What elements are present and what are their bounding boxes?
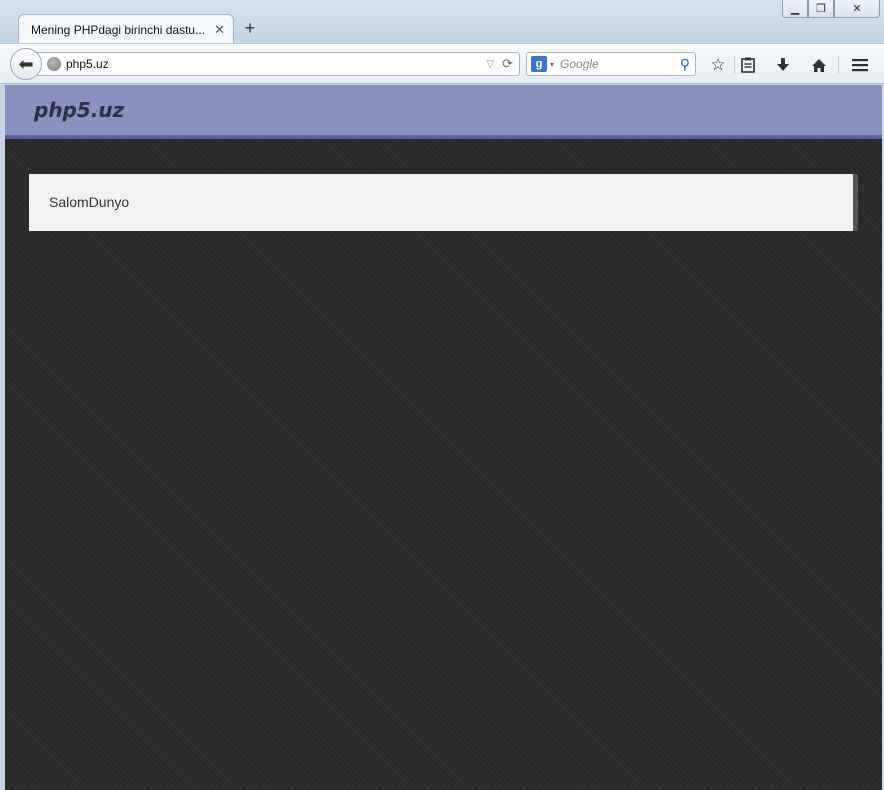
page-viewport: php5.uz SalomDunyo: [5, 85, 882, 790]
toolbar-divider: [734, 56, 735, 74]
globe-icon: [47, 57, 61, 71]
history-dropdown-icon[interactable]: ▽: [486, 59, 494, 70]
back-arrow-icon: ⬅: [18, 53, 34, 74]
reload-icon[interactable]: ⟳: [502, 56, 513, 72]
url-bar[interactable]: php5.uz ▽ ⟳: [28, 52, 520, 76]
bookmarks-menu-icon[interactable]: [737, 54, 759, 76]
download-icon[interactable]: [772, 54, 794, 76]
minimize-icon: ▁: [790, 3, 800, 15]
window-controls: ▁ ❐ ✕: [782, 0, 880, 18]
content-box: SalomDunyo: [29, 174, 858, 231]
search-input[interactable]: Google: [560, 57, 680, 71]
url-input[interactable]: php5.uz: [66, 57, 486, 71]
google-icon[interactable]: g: [531, 56, 547, 72]
menu-hamburger-icon[interactable]: [849, 54, 871, 76]
tab-close-icon[interactable]: ✕: [214, 22, 225, 38]
toolbar-divider: [838, 56, 839, 74]
back-button[interactable]: ⬅: [10, 48, 42, 80]
site-title[interactable]: php5.uz: [34, 98, 124, 122]
maximize-button[interactable]: ❐: [808, 0, 834, 18]
close-window-button[interactable]: ✕: [834, 0, 880, 18]
browser-tab[interactable]: Mening PHPdagi birinchi dastu... ✕: [18, 14, 234, 44]
site-header: php5.uz: [5, 85, 882, 139]
tab-title: Mening PHPdagi birinchi dastu...: [31, 22, 206, 37]
minimize-button[interactable]: ▁: [782, 0, 808, 18]
home-icon[interactable]: [808, 54, 830, 76]
bookmark-star-icon[interactable]: ☆: [707, 54, 729, 76]
engine-dropdown-icon[interactable]: ▾: [550, 60, 554, 69]
search-bar[interactable]: g ▾ Google ⚲: [526, 52, 696, 76]
navigation-toolbar: php5.uz ▽ ⟳ ⬅ g ▾ Google ⚲ ☆: [0, 43, 884, 84]
content-text: SalomDunyo: [49, 194, 130, 210]
new-tab-button[interactable]: +: [240, 18, 260, 38]
maximize-icon: ❐: [816, 3, 826, 15]
search-magnifier-icon[interactable]: ⚲: [680, 56, 690, 73]
close-icon: ✕: [852, 3, 862, 15]
